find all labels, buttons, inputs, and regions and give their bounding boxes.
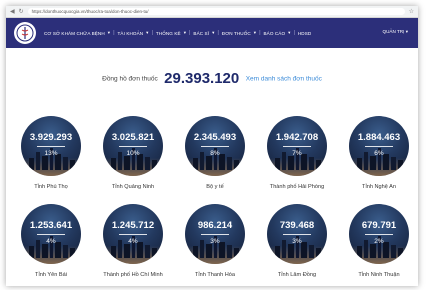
province-name: Thành phố Hồ Chí Minh bbox=[103, 272, 163, 278]
menu-item-guide[interactable]: HDSD bbox=[298, 31, 311, 36]
province-percent: 10% bbox=[126, 150, 140, 157]
menu-item-prescriptions[interactable]: ĐƠN THUỐC bbox=[222, 31, 251, 36]
province-name: Tỉnh Yên Bái bbox=[35, 272, 67, 278]
province-card[interactable]: 986.214 3% Tỉnh Thanh Hóa bbox=[185, 204, 245, 279]
province-circle: 1.884.463 6% bbox=[349, 116, 409, 176]
province-name: Tỉnh Thanh Hóa bbox=[194, 272, 235, 278]
user-menu-label: QUẢN TRỊ bbox=[382, 29, 405, 34]
province-percent: 3% bbox=[292, 238, 302, 245]
province-card[interactable]: 739.468 3% Tỉnh Lâm Đồng bbox=[267, 204, 327, 279]
province-circle: 986.214 3% bbox=[185, 204, 245, 264]
menu-item-doctors[interactable]: BÁC SĨ bbox=[193, 31, 209, 36]
province-circle: 1.245.712 4% bbox=[103, 204, 163, 264]
province-percent: 2% bbox=[374, 238, 384, 245]
chevron-down-icon: ▾ bbox=[183, 30, 187, 35]
province-card[interactable]: 679.791 2% Tỉnh Ninh Thuận bbox=[349, 204, 409, 279]
province-count: 1.942.708 bbox=[275, 132, 319, 143]
province-count: 1.884.463 bbox=[357, 132, 401, 143]
counter-value: 29.393.120 bbox=[164, 70, 240, 88]
reload-icon[interactable]: ↻ bbox=[19, 9, 24, 15]
browser-toolbar: ◀ ↻ https://donthuocquocgia.vn/thuoc/ra-… bbox=[6, 6, 418, 18]
province-circle: 1.253.641 4% bbox=[21, 204, 81, 264]
view-prescriptions-link[interactable]: Xem danh sách đơn thuốc bbox=[246, 75, 322, 82]
province-count: 739.468 bbox=[279, 220, 315, 231]
province-percent: 3% bbox=[210, 238, 220, 245]
province-name: Tỉnh Nghệ An bbox=[362, 184, 396, 190]
chevron-down-icon: ▾ bbox=[107, 30, 111, 35]
province-circle: 3.025.821 10% bbox=[103, 116, 163, 176]
province-count: 3.929.293 bbox=[29, 132, 73, 143]
province-circle: 2.345.493 8% bbox=[185, 116, 245, 176]
back-icon[interactable]: ◀ bbox=[10, 9, 15, 15]
star-icon[interactable]: ☆ bbox=[409, 9, 414, 15]
main-menu: CƠ SỞ KHÁM CHỮA BỆNH ▾ | TÀI KHOẢN ▾ | T… bbox=[44, 30, 312, 36]
province-count: 679.791 bbox=[361, 220, 397, 231]
province-name: Tỉnh Phú Thọ bbox=[34, 184, 68, 190]
province-count: 1.253.641 bbox=[29, 220, 73, 231]
province-circle: 3.929.293 13% bbox=[21, 116, 81, 176]
browser-window: ◀ ↻ https://donthuocquocgia.vn/thuoc/ra-… bbox=[6, 6, 418, 286]
chevron-down-icon: ▾ bbox=[288, 30, 291, 35]
province-name: Tỉnh Quảng Ninh bbox=[111, 184, 155, 190]
province-circle: 1.942.708 7% bbox=[267, 116, 327, 176]
province-circle: 739.468 3% bbox=[267, 204, 327, 264]
province-percent: 4% bbox=[128, 238, 138, 245]
province-count: 986.214 bbox=[197, 220, 233, 231]
chevron-down-icon: ▾ bbox=[405, 29, 408, 34]
menu-item-reports[interactable]: BÁO CÁO bbox=[264, 31, 286, 36]
province-name: Tỉnh Ninh Thuận bbox=[358, 272, 400, 278]
province-name: Thành phố Hải Phòng bbox=[269, 184, 325, 190]
province-name: Tỉnh Lâm Đồng bbox=[277, 272, 317, 278]
province-circle: 679.791 2% bbox=[349, 204, 409, 264]
menu-item-facilities[interactable]: CƠ SỞ KHÁM CHỮA BỆNH bbox=[44, 31, 105, 36]
menu-item-statistics[interactable]: THỐNG KÊ bbox=[156, 31, 181, 36]
province-count: 1.245.712 bbox=[111, 220, 155, 231]
chevron-down-icon: ▾ bbox=[253, 30, 257, 35]
caduceus-icon bbox=[16, 24, 34, 42]
province-card[interactable]: 1.884.463 6% Tỉnh Nghệ An bbox=[349, 116, 409, 191]
top-navbar: CƠ SỞ KHÁM CHỮA BỆNH ▾ | TÀI KHOẢN ▾ | T… bbox=[6, 18, 418, 48]
chevron-down-icon: ▾ bbox=[212, 30, 215, 35]
province-card[interactable]: 3.025.821 10% Tỉnh Quảng Ninh bbox=[103, 116, 163, 191]
ministry-logo[interactable] bbox=[14, 22, 36, 44]
province-percent: 8% bbox=[210, 150, 220, 157]
province-card[interactable]: 1.253.641 4% Tỉnh Yên Bái bbox=[21, 204, 81, 279]
province-percent: 13% bbox=[44, 150, 58, 157]
user-menu[interactable]: QUẢN TRỊ ▾ bbox=[383, 29, 408, 35]
province-percent: 7% bbox=[292, 150, 302, 157]
chevron-down-icon: ▾ bbox=[146, 30, 149, 35]
province-card[interactable]: 1.245.712 4% Thành phố Hồ Chí Minh bbox=[103, 204, 163, 279]
address-bar[interactable]: https://donthuocquocgia.vn/thuoc/ra-toa/… bbox=[27, 8, 405, 15]
province-card[interactable]: 3.929.293 13% Tỉnh Phú Thọ bbox=[21, 116, 81, 191]
province-count: 2.345.493 bbox=[193, 132, 237, 143]
province-card[interactable]: 2.345.493 8% Bộ y tế bbox=[185, 116, 245, 191]
prescription-counter: Đồng hồ đơn thuốc 29.393.120 Xem danh sá… bbox=[6, 70, 418, 88]
province-name: Bộ y tế bbox=[206, 184, 224, 190]
menu-item-account[interactable]: TÀI KHOẢN bbox=[118, 31, 144, 36]
province-card[interactable]: 1.942.708 7% Thành phố Hải Phòng bbox=[267, 116, 327, 191]
province-percent: 6% bbox=[374, 150, 384, 157]
province-percent: 4% bbox=[46, 238, 56, 245]
counter-label: Đồng hồ đơn thuốc bbox=[102, 75, 158, 83]
province-count: 3.025.821 bbox=[111, 132, 155, 143]
